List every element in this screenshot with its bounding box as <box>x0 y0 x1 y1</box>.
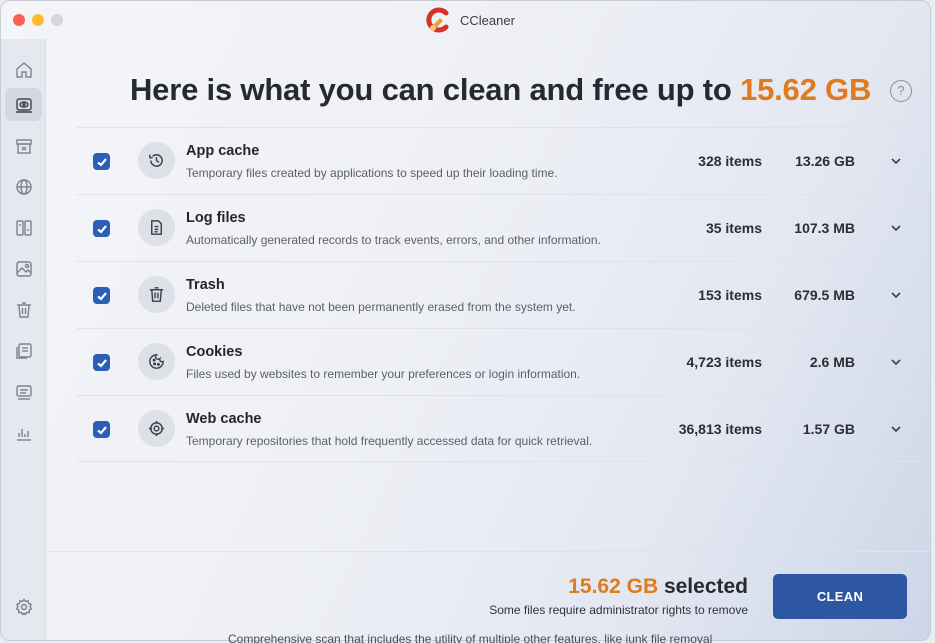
chevron-down-icon[interactable] <box>889 154 903 168</box>
duplicates-icon <box>15 219 32 236</box>
app-window: CCleaner Here is what you can clean and … <box>0 0 931 641</box>
title-bar: CCleaner <box>1 1 930 39</box>
category-title: App cache <box>186 143 260 159</box>
zoom-window-button[interactable] <box>51 14 63 26</box>
scan-icon <box>15 97 32 113</box>
category-row-trash[interactable]: Trash Deleted files that have not been p… <box>77 261 922 328</box>
category-title: Log files <box>186 210 246 226</box>
category-description: Temporary repositories that hold frequen… <box>186 434 593 448</box>
sidebar-item-trash[interactable] <box>5 293 42 326</box>
category-row-web-cache[interactable]: Web cache Temporary repositories that ho… <box>77 395 922 462</box>
clean-button[interactable]: CLEAN <box>773 574 907 619</box>
checkmark-icon <box>96 224 107 234</box>
category-size: 1.57 GB <box>802 421 855 437</box>
documents-icon <box>15 342 32 359</box>
category-item-count: 35 items <box>705 220 762 236</box>
category-description: Files used by websites to remember your … <box>186 367 581 381</box>
sidebar-item-stats[interactable] <box>5 416 42 449</box>
category-description: Automatically generated records to track… <box>186 233 601 247</box>
checkmark-icon <box>96 157 107 167</box>
sidebar-item-images[interactable] <box>5 252 42 285</box>
chevron-down-icon[interactable] <box>889 221 903 235</box>
category-checkbox[interactable] <box>93 421 110 438</box>
admin-rights-note: Some files require administrator rights … <box>489 603 748 617</box>
checkmark-icon <box>96 358 107 368</box>
globe-icon <box>15 178 32 195</box>
monitor-icon <box>15 384 32 400</box>
category-size: 13.26 GB <box>795 153 855 169</box>
page-title: Here is what you can clean and free up t… <box>130 72 871 108</box>
close-window-button[interactable] <box>13 14 25 26</box>
home-icon <box>15 61 32 78</box>
category-title: Cookies <box>186 344 243 360</box>
sidebar-item-globe[interactable] <box>5 170 42 203</box>
category-description: Deleted files that have not been permane… <box>186 300 576 314</box>
headline-text: Here is what you can clean and free up t… <box>130 72 741 107</box>
chevron-down-icon[interactable] <box>889 422 903 436</box>
cookie-icon <box>138 343 175 380</box>
selected-amount: 15.62 GB <box>568 575 659 598</box>
gear-icon <box>14 597 33 616</box>
sidebar-item-documents[interactable] <box>5 334 42 367</box>
stats-icon <box>16 428 31 441</box>
sidebar-item-monitor[interactable] <box>5 375 42 408</box>
category-size: 679.5 MB <box>794 287 855 303</box>
target-icon <box>138 410 175 447</box>
category-item-count: 153 items <box>698 287 762 303</box>
category-checkbox[interactable] <box>93 354 110 371</box>
background-window-text: Comprehensive scan that includes the uti… <box>228 632 713 643</box>
sidebar-item-home[interactable] <box>5 53 42 86</box>
category-row-cookies[interactable]: Cookies Files used by websites to rememb… <box>77 328 922 395</box>
category-item-count: 36,813 items <box>678 421 762 437</box>
category-row-log-files[interactable]: Log files Automatically generated record… <box>77 194 922 261</box>
sidebar-item-scan[interactable] <box>5 88 42 121</box>
sidebar-item-duplicates[interactable] <box>5 211 42 244</box>
category-title: Trash <box>186 277 225 293</box>
app-title: CCleaner <box>460 13 515 28</box>
category-title: Web cache <box>186 411 262 427</box>
category-description: Temporary files created by applications … <box>186 166 558 180</box>
category-row-app-cache[interactable]: App cache Temporary files created by app… <box>77 127 922 194</box>
trash-icon <box>16 301 31 318</box>
category-size: 2.6 MB <box>809 354 855 370</box>
selected-summary: 15.62 GB selected <box>568 575 748 599</box>
help-button[interactable]: ? <box>890 80 912 102</box>
checkmark-icon <box>96 425 107 435</box>
selected-suffix: selected <box>658 575 748 598</box>
category-checkbox[interactable] <box>93 287 110 304</box>
chevron-down-icon[interactable] <box>889 355 903 369</box>
trash-icon <box>138 276 175 313</box>
category-checkbox[interactable] <box>93 153 110 170</box>
sidebar-item-settings[interactable] <box>5 590 42 623</box>
sidebar <box>1 39 46 640</box>
minimize-window-button[interactable] <box>32 14 44 26</box>
category-item-count: 4,723 items <box>686 354 763 370</box>
category-item-count: 328 items <box>698 153 762 169</box>
ccleaner-logo-icon <box>426 7 449 33</box>
category-checkbox[interactable] <box>93 220 110 237</box>
checkmark-icon <box>96 291 107 301</box>
history-icon <box>138 142 175 179</box>
footer-divider <box>46 551 930 552</box>
archive-icon <box>15 138 32 154</box>
category-size: 107.3 MB <box>794 220 855 236</box>
sidebar-item-archive[interactable] <box>5 129 42 162</box>
chevron-down-icon[interactable] <box>889 288 903 302</box>
document-icon <box>138 209 175 246</box>
cleanup-list: App cache Temporary files created by app… <box>77 127 922 462</box>
image-icon <box>15 260 32 277</box>
headline-amount: 15.62 GB <box>740 72 872 107</box>
